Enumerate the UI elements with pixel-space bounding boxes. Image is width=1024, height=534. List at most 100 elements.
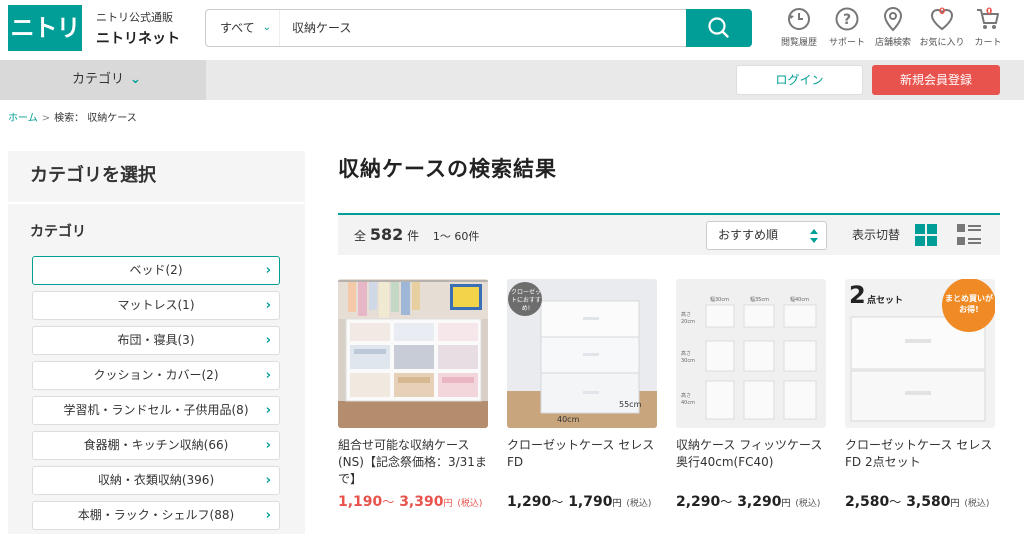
breadcrumb-separator: > [41, 113, 51, 124]
product-card[interactable]: 組合せ可能な収納ケース(NS)【記念祭価格：3/31まで】 1,190～ 3,3… [338, 279, 488, 510]
sort-value: おすすめ順 [718, 228, 779, 242]
category-item-label: 食器棚・キッチン収納(66) [83, 438, 229, 452]
category-item-storage[interactable]: 収納・衣類収納(396) › [32, 466, 280, 495]
chevron-right-icon: › [265, 298, 271, 313]
product-image[interactable] [338, 279, 488, 428]
sidebar-subtitle: カテゴリ [30, 224, 86, 240]
category-item-kitchen[interactable]: 食器棚・キッチン収納(66) › [32, 431, 280, 460]
grid-view-icon[interactable] [915, 224, 937, 246]
search-bar: すべて ⌄ [205, 9, 752, 47]
result-range: 1～ 60件 [432, 230, 480, 243]
history-link[interactable]: 閲覧履歴 [774, 6, 824, 48]
product-price: 2,290～ 3,290円 (税込) [676, 494, 821, 510]
favorites-label: お気に入り [919, 38, 965, 48]
price-from: 1,190 [338, 494, 383, 510]
width-label: 幅40cm [790, 297, 809, 303]
product-name[interactable]: 組合せ可能な収納ケース(NS)【記念祭価格：3/31まで】 [338, 437, 488, 486]
category-item-kids[interactable]: 学習机・ランドセル・子供用品(8) › [32, 396, 280, 425]
favorites-count-badge: 0 [939, 7, 946, 17]
breadcrumb-home-link[interactable]: ホーム [8, 113, 38, 124]
chevron-down-icon: ⌄ [130, 72, 141, 87]
history-icon [788, 8, 810, 30]
store-search-link[interactable]: 店舗検索 [868, 6, 918, 48]
product-name[interactable]: 収納ケース フィッツケース奥行40cm(FC40) [676, 437, 826, 485]
search-input[interactable] [292, 10, 682, 46]
brand-title: ニトリネット [96, 31, 180, 47]
category-item-label: 学習机・ランドセル・子供用品(8) [63, 403, 249, 417]
search-icon [708, 17, 729, 38]
history-label: 閲覧履歴 [780, 38, 817, 48]
product-card[interactable]: 幅30cm 幅35cm 幅40cm 高さ20cm 高さ30cm 高さ40cm 収… [676, 279, 826, 510]
chevron-right-icon: › [265, 438, 271, 453]
product-price: 2,580～ 3,580円 (税込) [845, 494, 990, 510]
category-menu-label: カテゴリ [72, 72, 125, 87]
search-scope-value: すべて [220, 21, 255, 35]
price-tax-note: (税込) [626, 499, 652, 509]
sort-select[interactable]: おすすめ順 [706, 221, 827, 250]
chevron-right-icon: › [265, 263, 271, 278]
width-label: 幅30cm [710, 297, 729, 303]
category-item-label: クッション・カバー(2) [93, 368, 219, 382]
price-to: 1,790 [568, 494, 613, 510]
chevron-right-icon: › [265, 473, 271, 488]
product-price: 1,190～ 3,390円 (税込) [338, 494, 483, 510]
category-item-label: 本棚・ラック・シェルフ(88) [77, 508, 235, 522]
price-from: 2,290 [676, 494, 721, 510]
support-label: サポート [828, 38, 865, 48]
category-item-bedding[interactable]: 布団・寝具(3) › [32, 326, 280, 355]
list-view-icon[interactable] [957, 224, 981, 246]
category-item-cushion[interactable]: クッション・カバー(2) › [32, 361, 280, 390]
chevron-right-icon: › [265, 368, 271, 383]
price-to: 3,290 [737, 494, 782, 510]
product-name[interactable]: クローゼットケース セレスFD 2点セット [845, 437, 995, 485]
search-scope-select[interactable]: すべて ⌄ [206, 10, 280, 46]
sidebar-title: カテゴリを選択 [8, 151, 305, 204]
closet-recommend-badge: クローゼットにおすすめ! [511, 289, 542, 312]
favorites-link[interactable]: 0 お気に入り [917, 6, 967, 48]
nitori-logo[interactable]: ニトリ [8, 5, 82, 51]
product-name[interactable]: クローゼットケース セレスFD [507, 437, 657, 485]
cart-label: カート [974, 38, 1002, 48]
category-menu-button[interactable]: カテゴリ ⌄ [0, 60, 206, 100]
price-tax-note: (税込) [457, 499, 483, 509]
category-item-label: 収納・衣類収納(396) [97, 473, 215, 487]
product-image[interactable]: 2 点セット まとめ買いがお得! [845, 279, 995, 428]
product-price: 1,290～ 1,790円 (税込) [507, 494, 652, 510]
price-from: 2,580 [845, 494, 890, 510]
category-sidebar: カテゴリを選択 カテゴリ ベッド(2) › マットレス(1) › 布団・寝具(3) ›… [8, 151, 305, 534]
sort-updown-icon [810, 229, 818, 243]
brand-block[interactable]: ニトリ公式通販 ニトリネット [96, 9, 180, 48]
support-link[interactable]: ? サポート [822, 6, 872, 48]
height-label: 高さ20cm [681, 312, 695, 325]
search-button[interactable] [686, 9, 752, 47]
view-toggle-label: 表示切替 [852, 228, 901, 242]
price-yen: 円 [950, 499, 960, 509]
product-card[interactable]: クローゼットにおすすめ! 40cm 55cm クローゼットケース セレスFD 1… [507, 279, 657, 510]
results-toolbar: 全 582 件 1～ 60件 おすすめ順 表示切替 [338, 213, 1000, 255]
cart-link[interactable]: 0 カート [963, 6, 1013, 48]
site-header: ニトリ ニトリ公式通販 ニトリネット すべて ⌄ 閲覧履歴 [0, 0, 1024, 60]
category-item-label: マットレス(1) [117, 298, 195, 312]
bulk-promo-badge: まとめ買いがお得! [945, 294, 993, 314]
login-button[interactable]: ログイン [736, 65, 863, 95]
category-item-mattress[interactable]: マットレス(1) › [32, 291, 280, 320]
store-search-label: 店舗検索 [874, 38, 911, 48]
category-item-bed[interactable]: ベッド(2) › [32, 256, 280, 285]
dimension-label-width: 40cm [557, 415, 580, 424]
page-title: 収納ケースの検索結果 [338, 157, 557, 181]
chevron-right-icon: › [265, 508, 271, 523]
help-icon: ? [835, 7, 859, 31]
product-card[interactable]: 2 点セット まとめ買いがお得! クローゼットケース セレスFD 2点セット 2… [845, 279, 995, 510]
height-label: 高さ30cm [681, 351, 695, 364]
product-image[interactable]: 幅30cm 幅35cm 幅40cm 高さ20cm 高さ30cm 高さ40cm [676, 279, 826, 428]
dimension-label-depth: 55cm [619, 400, 642, 409]
svg-text:?: ? [843, 12, 851, 28]
price-yen: 円 [781, 499, 791, 509]
register-button[interactable]: 新規会員登録 [872, 65, 1000, 95]
brand-subtitle: ニトリ公式通販 [96, 11, 173, 24]
price-tax-note: (税込) [964, 499, 990, 509]
category-item-label: ベッド(2) [129, 263, 183, 277]
product-image[interactable]: クローゼットにおすすめ! 40cm 55cm [507, 279, 657, 428]
product-photo-storage-room [338, 279, 488, 428]
category-item-shelf[interactable]: 本棚・ラック・シェルフ(88) › [32, 501, 280, 530]
